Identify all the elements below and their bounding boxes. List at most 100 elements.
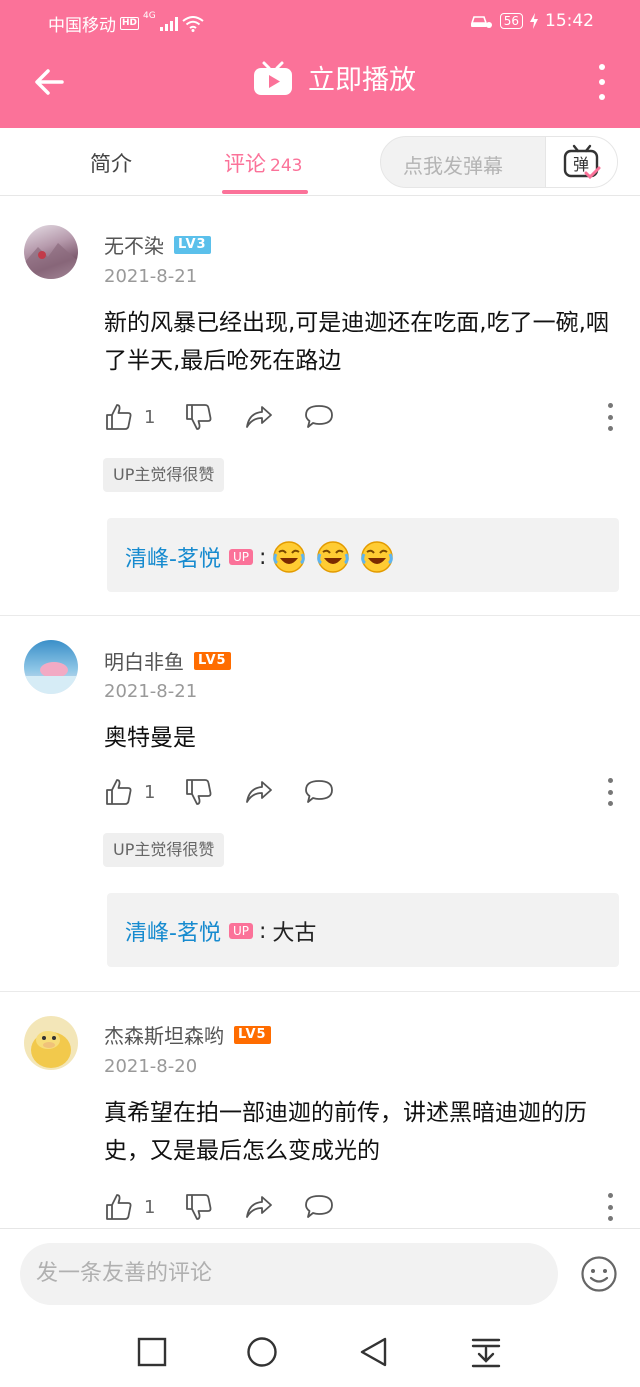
header-title: 立即播放 — [308, 65, 416, 96]
danmaku-tv-icon: 弹 — [563, 144, 601, 180]
level-badge: LV5 — [194, 651, 231, 670]
tv-play-icon — [254, 61, 292, 95]
dislike-button[interactable] — [184, 1191, 214, 1223]
dislike-button[interactable] — [184, 776, 214, 808]
up-liked-badge: UP主觉得很赞 — [103, 833, 225, 867]
status-bar: 中国移动 HD 4G 56 15:42 — [0, 0, 640, 44]
laugh-cry-emoji — [272, 540, 306, 574]
emoji-icon[interactable] — [580, 1255, 618, 1293]
tab-bar: 简介 评论 243 点我发弹幕 弹 — [0, 128, 640, 196]
tab-comments[interactable]: 评论 243 — [224, 148, 302, 178]
reply-button[interactable] — [304, 1191, 334, 1223]
comment-input-bar: 发一条友善的评论 — [0, 1228, 640, 1318]
wifi-icon — [182, 15, 204, 32]
comment-username[interactable]: 无不染 LV3 — [104, 230, 211, 259]
share-button[interactable] — [244, 401, 274, 433]
reply-username[interactable]: 清峰-茗悦 — [125, 541, 221, 573]
up-reply-box[interactable]: 清峰-茗悦 UP : 大古 — [107, 893, 619, 967]
comment-date: 2021-8-21 — [104, 681, 198, 702]
comment-text: 新的风暴已经出现,可是迪迦还在吃面,吃了一碗,咽了半天,最后呛死在路边 — [104, 310, 609, 374]
home-icon[interactable] — [246, 1336, 278, 1368]
laugh-cry-emoji — [360, 540, 394, 574]
like-count: 1 — [144, 406, 156, 428]
charging-icon — [530, 13, 538, 29]
more-menu-icon[interactable] — [590, 62, 614, 102]
avatar[interactable] — [24, 225, 78, 279]
car-mode-icon — [470, 16, 492, 28]
comment-input[interactable]: 发一条友善的评论 — [20, 1243, 558, 1305]
comment-actions: 1 — [104, 776, 614, 808]
thumbs-up-icon — [106, 1194, 132, 1220]
chat-bubble-icon — [305, 1195, 333, 1218]
tab-comments-label: 评论 — [224, 152, 266, 176]
comment-item: 杰森斯坦森哟 LV5 2021-8-20 真希望在拍一部迪迦的前传，讲述黑暗迪迦… — [0, 992, 640, 1228]
back-arrow-icon[interactable] — [32, 64, 68, 100]
level-badge: LV3 — [174, 235, 211, 254]
comment-more-icon[interactable] — [604, 1193, 616, 1221]
recent-apps-icon[interactable] — [136, 1336, 168, 1368]
tab-intro[interactable]: 简介 — [90, 148, 132, 178]
laugh-cry-emoji — [316, 540, 350, 574]
comment-count: 243 — [270, 156, 303, 176]
comment-list: 无不染 LV3 2021-8-21 新的风暴已经出现,可是迪迦还在吃面,吃了一碗… — [0, 198, 640, 1228]
share-button[interactable] — [244, 1191, 274, 1223]
notification-shade-icon[interactable] — [470, 1336, 502, 1368]
comment-username[interactable]: 明白非鱼 LV5 — [104, 646, 231, 675]
like-button[interactable]: 1 — [104, 776, 155, 808]
share-icon — [246, 781, 272, 803]
comment-text: 真希望在拍一部迪迦的前传，讲述黑暗迪迦的历史，又是最后怎么变成光的 — [104, 1100, 587, 1164]
up-liked-badge: UP主觉得很赞 — [103, 458, 225, 492]
comment-item: 明白非鱼 LV5 2021-8-21 奥特曼是 1 UP主觉得很赞 清峰-茗悦 … — [0, 616, 640, 992]
username-text: 杰森斯坦森哟 — [104, 1024, 224, 1048]
battery-level: 56 — [499, 13, 523, 29]
thumbs-up-icon — [106, 779, 132, 805]
like-button[interactable]: 1 — [104, 1191, 155, 1223]
thumbs-down-icon — [186, 404, 212, 430]
up-reply-box[interactable]: 清峰-茗悦 UP : — [107, 518, 619, 592]
share-icon — [246, 1196, 272, 1218]
comment-actions: 1 — [104, 401, 614, 433]
play-now-title[interactable]: 立即播放 — [252, 58, 416, 97]
app-header: 立即播放 — [0, 44, 640, 128]
dislike-button[interactable] — [184, 401, 214, 433]
level-badge: LV5 — [234, 1025, 271, 1044]
network-type: 4G — [143, 11, 156, 21]
comment-more-icon[interactable] — [604, 403, 616, 431]
reply-text: 大古 — [272, 921, 317, 946]
comment-item: 无不染 LV3 2021-8-21 新的风暴已经出现,可是迪迦还在吃面,吃了一碗… — [0, 198, 640, 616]
clock: 15:42 — [545, 11, 594, 31]
danmaku-placeholder: 点我发弹幕 — [403, 154, 503, 178]
username-text: 明白非鱼 — [104, 650, 184, 674]
signal-icon — [159, 16, 178, 31]
up-badge: UP — [228, 923, 253, 939]
up-badge: UP — [228, 549, 253, 565]
danmaku-button-label: 弹 — [573, 155, 589, 174]
danmaku-toggle-button[interactable]: 弹 — [545, 137, 617, 187]
reply-colon: : — [258, 918, 267, 944]
username-text: 无不染 — [104, 234, 164, 258]
back-icon[interactable] — [358, 1336, 390, 1368]
comment-actions: 1 — [104, 1191, 614, 1223]
like-button[interactable]: 1 — [104, 401, 155, 433]
comment-date: 2021-8-20 — [104, 1056, 198, 1077]
comment-more-icon[interactable] — [604, 778, 616, 806]
top-bar: 中国移动 HD 4G 56 15:42 立即播放 — [0, 0, 640, 128]
comment-username[interactable]: 杰森斯坦森哟 LV5 — [104, 1020, 271, 1049]
thumbs-up-icon — [106, 404, 132, 430]
comment-date: 2021-8-21 — [104, 266, 198, 287]
reply-button[interactable] — [304, 401, 334, 433]
system-nav-bar — [0, 1318, 640, 1387]
active-tab-indicator — [222, 190, 308, 194]
danmaku-input[interactable]: 点我发弹幕 弹 — [380, 136, 618, 188]
avatar[interactable] — [24, 1016, 78, 1070]
reply-username[interactable]: 清峰-茗悦 — [125, 915, 221, 947]
like-count: 1 — [144, 781, 156, 803]
avatar[interactable] — [24, 640, 78, 694]
thumbs-down-icon — [186, 1194, 212, 1220]
thumbs-down-icon — [186, 779, 212, 805]
share-button[interactable] — [244, 776, 274, 808]
carrier-name: 中国移动 — [48, 16, 116, 36]
like-count: 1 — [144, 1196, 156, 1218]
reply-button[interactable] — [304, 776, 334, 808]
hd-icon: HD — [120, 17, 140, 30]
